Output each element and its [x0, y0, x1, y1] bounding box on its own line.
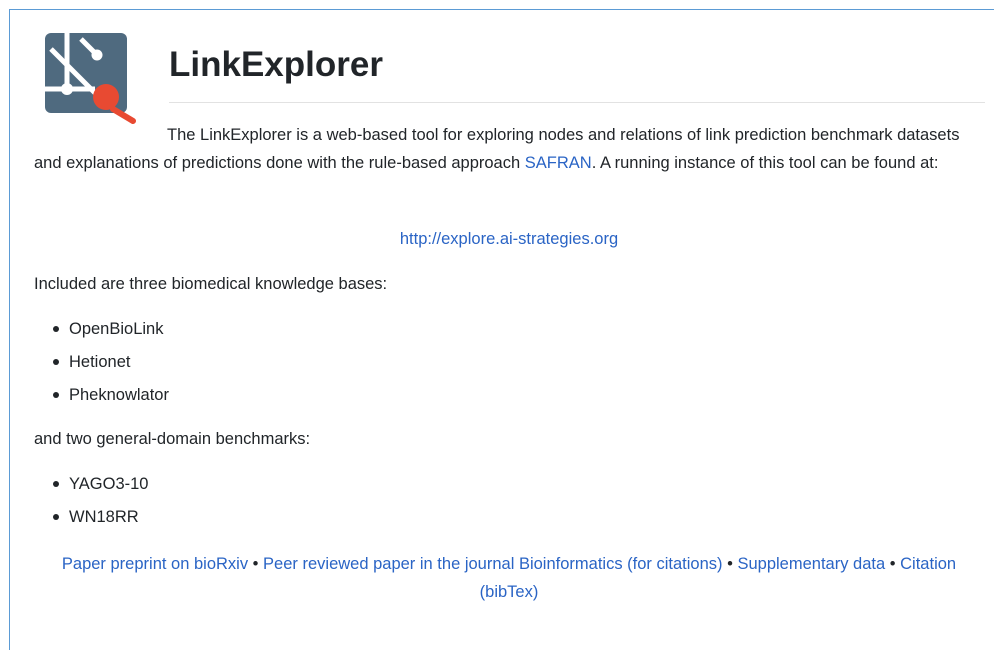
- preprint-link[interactable]: Paper preprint on bioRxiv: [62, 555, 248, 573]
- separator: •: [727, 555, 733, 573]
- journal-paper-link[interactable]: Peer reviewed paper in the journal Bioin…: [263, 555, 722, 573]
- safran-link[interactable]: SAFRAN: [525, 154, 592, 172]
- list-item: Hetionet: [34, 351, 169, 384]
- list-item: WN18RR: [34, 506, 148, 539]
- separator: •: [252, 555, 259, 573]
- list-item: YAGO3-10: [34, 473, 148, 506]
- footer-links: Paper preprint on bioRxiv • Peer reviewe…: [40, 551, 978, 606]
- separator: •: [889, 555, 896, 573]
- instance-url-line: http://explore.ai-strategies.org: [0, 228, 994, 250]
- instance-url-link[interactable]: http://explore.ai-strategies.org: [400, 230, 618, 248]
- biomedical-heading: Included are three biomedical knowledge …: [34, 275, 388, 293]
- list-item: Pheknowlator: [34, 384, 169, 417]
- supplementary-link[interactable]: Supplementary data: [737, 555, 885, 573]
- page-title: LinkExplorer: [169, 45, 383, 84]
- link-graph-search-icon: [45, 33, 136, 124]
- intro-paragraph: The LinkExplorer is a web-based tool for…: [34, 122, 986, 177]
- title-divider: [169, 102, 985, 103]
- intro-text-end: . A running instance of this tool can be…: [591, 153, 939, 172]
- general-list: YAGO3-10 WN18RR: [34, 473, 148, 539]
- biomedical-list: OpenBioLink Hetionet Pheknowlator: [34, 318, 169, 417]
- general-heading: and two general-domain benchmarks:: [34, 430, 311, 448]
- list-item: OpenBioLink: [34, 318, 169, 351]
